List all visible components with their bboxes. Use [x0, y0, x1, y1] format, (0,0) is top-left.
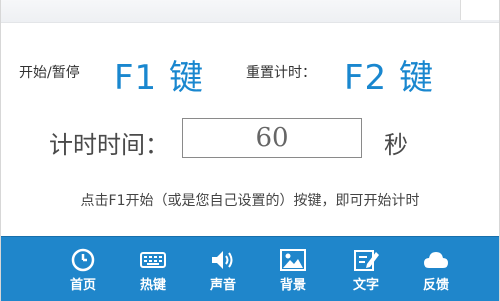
image-icon — [280, 249, 306, 271]
timer-label: 计时时间： — [49, 131, 169, 159]
toolbar-label-feedback: 反馈 — [422, 278, 449, 293]
start-pause-key: F1 键 — [114, 58, 204, 98]
timer-unit: 秒 — [384, 131, 408, 159]
toolbar-label-sound: 声音 — [209, 278, 236, 293]
toolbar-label-hotkey: 热键 — [139, 278, 166, 293]
app-window: 开始/暂停 F1 键 重置计时： F2 键 计时时间： 60 秒 点击F1开始（… — [0, 0, 500, 301]
toolbar-item-text[interactable]: 文字 — [336, 237, 396, 301]
start-pause-label: 开始/暂停 — [19, 65, 80, 81]
reset-label: 重置计时： — [246, 65, 316, 81]
close-button[interactable] — [460, 0, 499, 20]
toolbar-item-feedback[interactable]: 反馈 — [406, 237, 466, 301]
keyboard-icon — [140, 252, 166, 268]
home-clock-icon — [71, 248, 95, 272]
reset-key: F2 键 — [344, 58, 434, 98]
toolbar-label-home: 首页 — [69, 278, 96, 293]
toolbar-item-home[interactable]: 首页 — [53, 237, 113, 301]
toolbar-item-background[interactable]: 背景 — [263, 237, 323, 301]
toolbar-item-hotkey[interactable]: 热键 — [123, 237, 183, 301]
instruction-hint: 点击F1开始（或是您自己设置的）按键，即可开始计时 — [80, 193, 420, 209]
toolbar-label-background: 背景 — [279, 278, 306, 293]
toolbar-item-sound[interactable]: 声音 — [193, 237, 253, 301]
bottom-toolbar: 首页 热键 声音 背景 文字 反馈 — [1, 236, 499, 301]
speaker-icon — [212, 251, 233, 269]
timer-input[interactable]: 60 — [182, 118, 362, 158]
cloud-icon — [424, 252, 448, 268]
toolbar-label-text: 文字 — [352, 278, 379, 293]
edit-text-icon — [354, 250, 379, 271]
title-bar — [1, 0, 499, 23]
